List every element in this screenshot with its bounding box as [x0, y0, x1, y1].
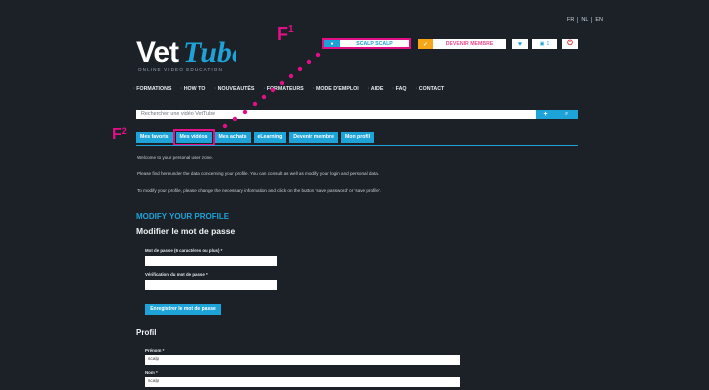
nom-input[interactable]: scalp [145, 377, 460, 387]
nom-label: Nom * [145, 370, 158, 375]
tab-mon-profil[interactable]: Mon profil [340, 132, 375, 143]
annotation-f2-number: 2 [121, 126, 127, 136]
nav-aide[interactable]: AIDE [368, 86, 384, 92]
lang-nl[interactable]: NL [577, 17, 591, 23]
tab-mes-achats[interactable]: Mes achats [214, 132, 251, 143]
tab-elearning[interactable]: eLearning [253, 132, 287, 143]
check-icon: ✓ [418, 39, 433, 49]
modify-profile-title: MODIFY YOUR PROFILE [136, 212, 230, 221]
verify-password-input[interactable] [145, 280, 277, 290]
tab-mes-videos[interactable]: Mes vidéos [172, 129, 215, 146]
add-button[interactable]: + [536, 110, 555, 119]
language-switcher: FR NL EN [564, 17, 606, 23]
intro-instructions: To modify your profile, please change th… [137, 188, 382, 193]
verify-password-label: Vérification du mot de passe * [145, 272, 208, 277]
svg-text:Vet: Vet [136, 36, 179, 69]
main-nav: FORMATIONS HOW TO NOUVEAUTÉS FORMATEURS … [133, 86, 444, 92]
user-account-button[interactable]: ● SCALP SCALP [322, 38, 411, 49]
profile-tabs: Mes favoris Mes vidéos Mes achats eLearn… [136, 129, 375, 146]
annotation-f1: F1 [277, 24, 294, 44]
prenom-input[interactable]: scalp [145, 355, 460, 365]
intro-description: Please find hereunder the data concernin… [137, 171, 380, 176]
annotation-dotted-line [222, 52, 321, 129]
prenom-label: Prénom * [145, 348, 165, 353]
svg-text:Tube: Tube [183, 36, 236, 69]
lang-en[interactable]: EN [591, 17, 606, 23]
heart-icon: ♥ [517, 40, 523, 48]
password-input[interactable] [145, 256, 277, 266]
search-input[interactable]: Rechercher une vidéo VetTube [136, 110, 536, 119]
logo-tagline: ONLINE VIDEO EDUCATION [138, 67, 223, 72]
search-button[interactable]: ⌕ [555, 110, 578, 119]
nav-faq[interactable]: FAQ [392, 86, 407, 92]
profil-section-title: Profil [136, 328, 157, 337]
cart-button[interactable]: ▣ 1 [532, 39, 557, 49]
site-screenshot: FR NL EN Vet Tube ONLINE VIDEO EDUCATION… [0, 0, 709, 390]
intro-welcome: Welcome to your personal user zone. [137, 155, 214, 160]
password-section-title: Modifier le mot de passe [136, 226, 236, 236]
favorites-button[interactable]: ♥ [512, 39, 528, 49]
become-member-button[interactable]: ✓ DEVENIR MEMBRE [418, 39, 506, 49]
become-member-label: DEVENIR MEMBRE [445, 41, 494, 47]
nav-formateurs[interactable]: FORMATEURS [263, 86, 304, 92]
nav-formations[interactable]: FORMATIONS [133, 86, 171, 92]
lang-fr[interactable]: FR [564, 17, 577, 23]
tab-mes-favoris[interactable]: Mes favoris [136, 132, 173, 143]
annotation-f1-number: 1 [288, 24, 294, 35]
cart-count: 1 [546, 41, 550, 47]
annotation-f1-letter: F [277, 24, 288, 44]
cart-icon: ▣ [539, 41, 545, 47]
password-label: Mot de passe (6 caractères ou plus) * [145, 248, 223, 253]
power-icon: ⏻ [567, 40, 573, 47]
save-password-button[interactable]: Enregistrer le mot de passe [145, 304, 221, 315]
nav-how-to[interactable]: HOW TO [180, 86, 206, 92]
nav-nouveautes[interactable]: NOUVEAUTÉS [214, 86, 255, 92]
annotation-f2: F2 [112, 127, 127, 143]
tab-devenir-membre[interactable]: Devenir membre [289, 132, 338, 143]
search-icon: ⌕ [564, 111, 569, 117]
annotation-f2-letter: F [112, 126, 122, 143]
nav-mode-emploi[interactable]: MODE D'EMPLOI [313, 86, 359, 92]
user-name-label: SCALP SCALP [356, 40, 393, 47]
nav-contact[interactable]: CONTACT [416, 86, 445, 92]
user-icon: ● [324, 40, 340, 47]
tab-underline [136, 145, 578, 146]
logout-button[interactable]: ⏻ [562, 39, 578, 49]
